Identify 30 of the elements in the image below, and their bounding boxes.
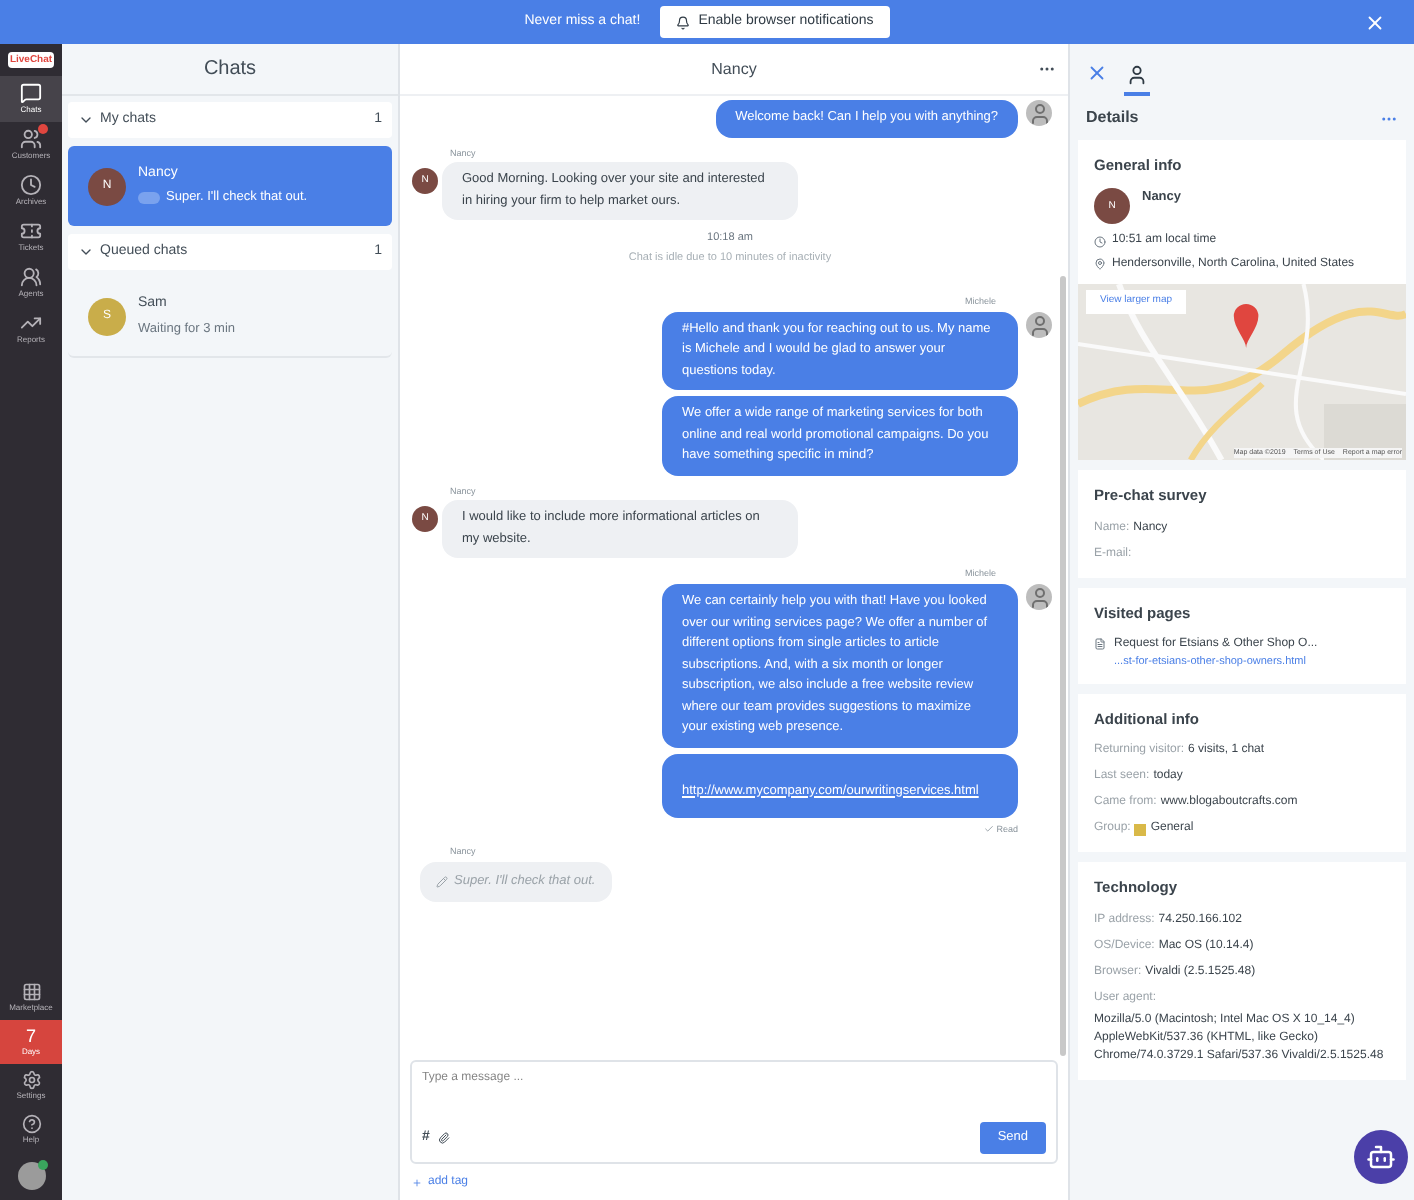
panel-title: Chats [62, 44, 398, 96]
person-icon [1126, 64, 1148, 86]
conversation-title: Nancy [711, 57, 757, 81]
marketplace-icon [21, 982, 41, 1002]
close-icon[interactable] [1364, 11, 1386, 33]
bell-icon [676, 15, 691, 29]
agent-avatar [1026, 584, 1052, 610]
avatar[interactable] [17, 1162, 45, 1190]
chatbot-button[interactable] [1354, 1130, 1408, 1184]
nav-icon [20, 312, 42, 334]
clock-icon [1094, 235, 1106, 248]
scrollbar[interactable] [1060, 276, 1066, 1056]
pencil-icon [436, 875, 448, 888]
add-icon [412, 1177, 422, 1187]
page-icon [1094, 637, 1106, 650]
agent-avatar [1026, 311, 1052, 337]
panel-title: Details [1086, 106, 1139, 130]
nav-icon [20, 128, 42, 150]
nav-icon [20, 266, 42, 288]
agent-avatar [1026, 100, 1052, 126]
attachment-icon[interactable] [437, 1132, 450, 1145]
close-icon[interactable] [1086, 62, 1108, 84]
details-tab[interactable] [1124, 64, 1150, 96]
robot-icon [1366, 1142, 1396, 1172]
settings-icon [21, 1070, 41, 1090]
help-icon [21, 1114, 41, 1134]
location-icon [1094, 258, 1106, 271]
nav-icon [20, 82, 42, 104]
nav-icon [20, 174, 42, 196]
nav-icon [20, 220, 42, 242]
